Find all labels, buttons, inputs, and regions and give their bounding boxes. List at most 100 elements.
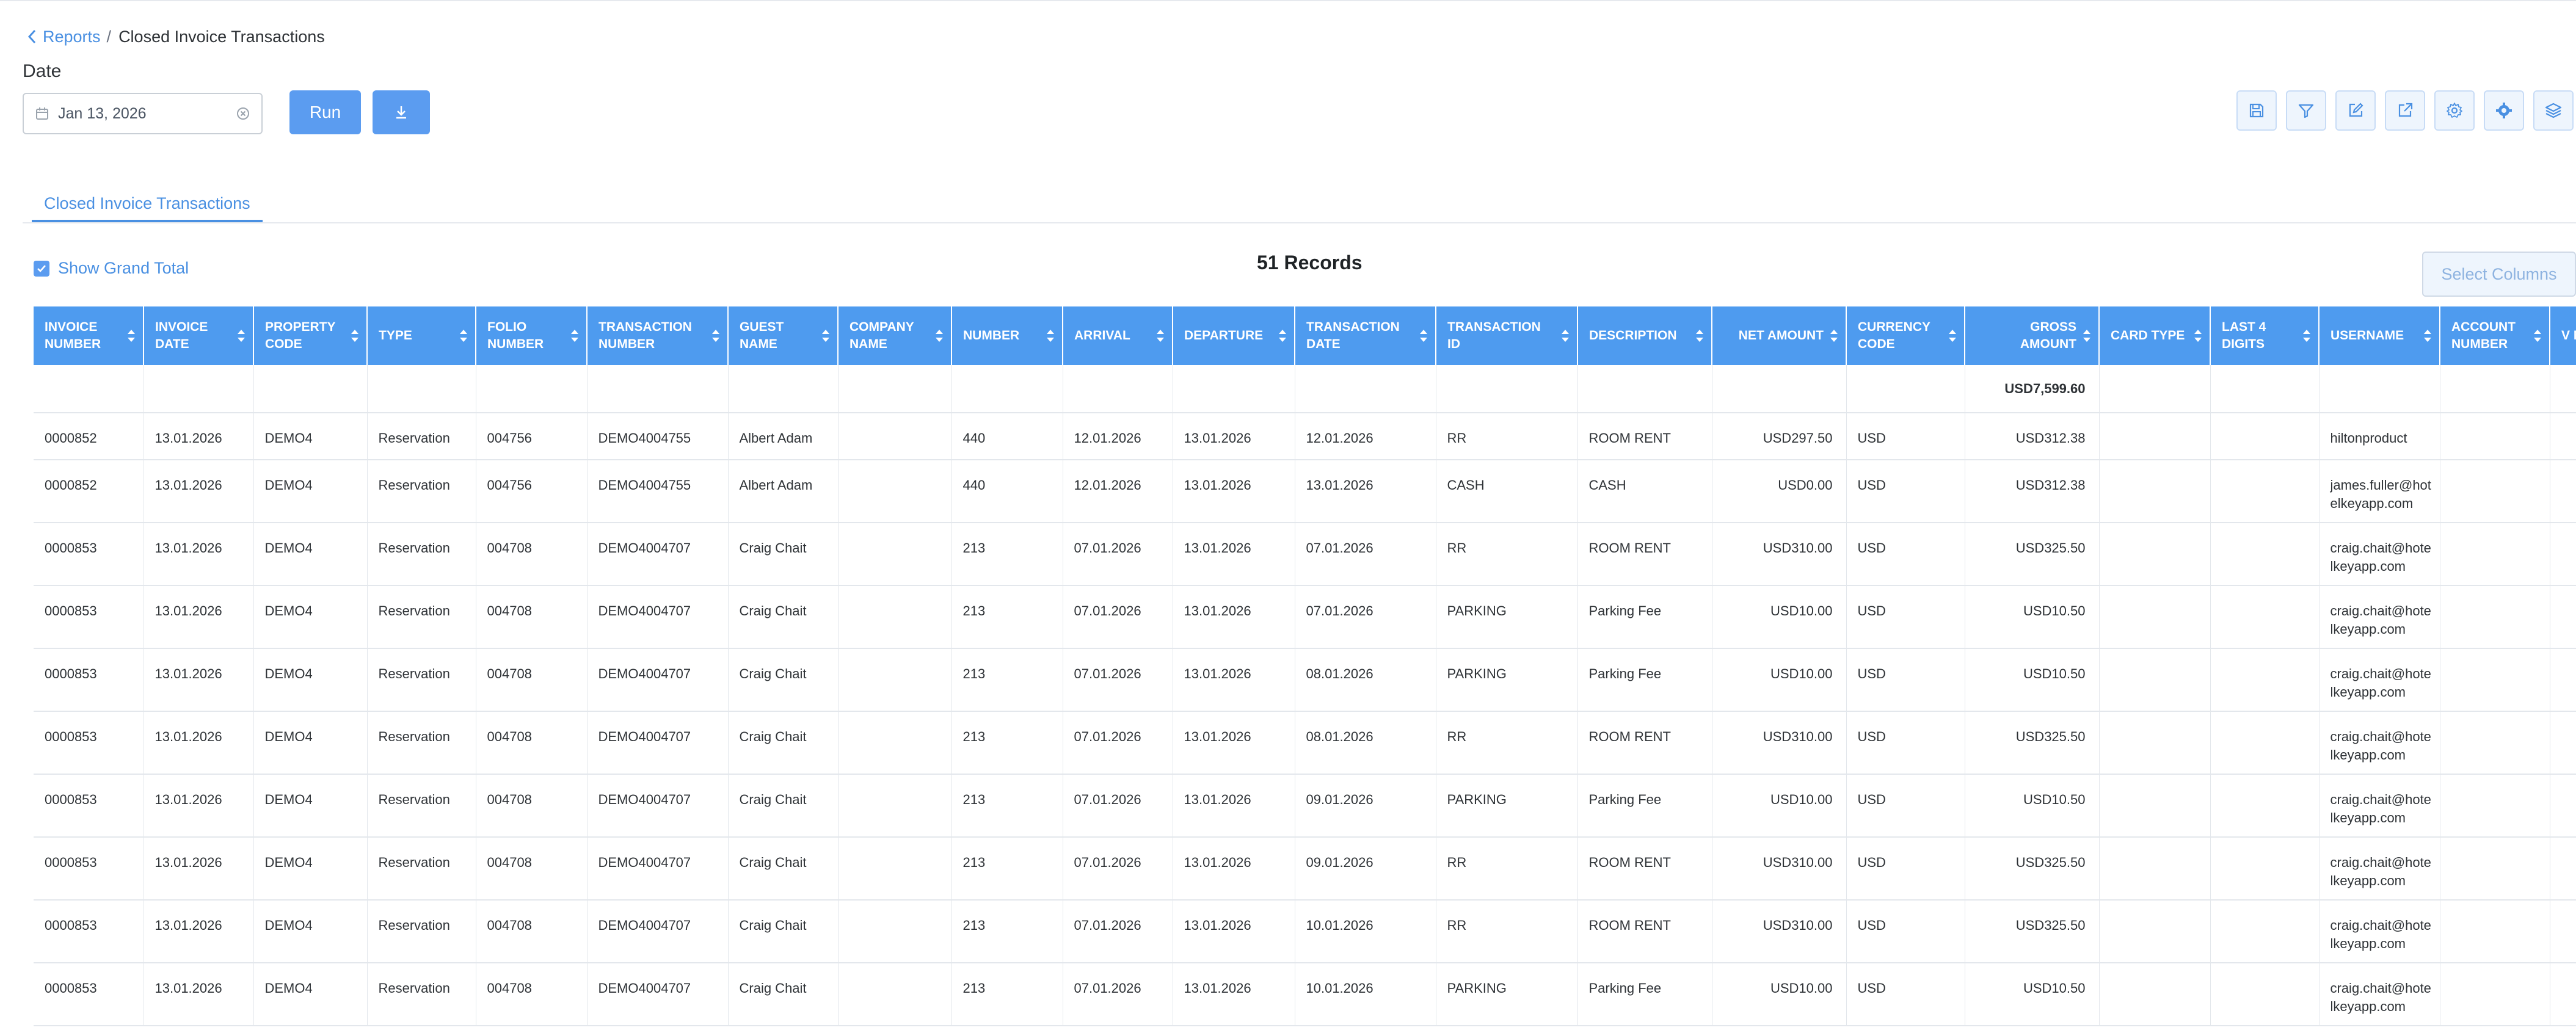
- run-button[interactable]: Run: [289, 90, 361, 134]
- column-header[interactable]: TYPE: [367, 306, 476, 365]
- table-cell: DEMO4004707: [587, 837, 729, 901]
- show-grand-total-toggle[interactable]: Show Grand Total: [34, 259, 189, 278]
- table-row[interactable]: 0000853 13.01.2026 DEMO4 Reservation 004708 D…: [34, 774, 2576, 838]
- table-cell: RR: [1436, 413, 1578, 460]
- table-cell: 213: [951, 648, 1063, 712]
- column-header[interactable]: CARD TYPE: [2099, 306, 2211, 365]
- column-header[interactable]: GROSS AMOUNT: [1965, 306, 2100, 365]
- column-header[interactable]: CURRENCY CODE: [1846, 306, 1965, 365]
- sort-icon[interactable]: [1156, 328, 1165, 343]
- settings-button[interactable]: [2434, 90, 2475, 131]
- show-grand-total-label: Show Grand Total: [58, 259, 189, 277]
- table-cell: Craig Chait: [728, 837, 839, 901]
- sort-icon[interactable]: [711, 328, 720, 343]
- table-cell: [1436, 365, 1578, 413]
- clear-date-icon[interactable]: [236, 106, 250, 121]
- table-cell: Albert Adam: [728, 413, 839, 460]
- column-header[interactable]: NUMBER: [951, 306, 1063, 365]
- column-header[interactable]: COMPANY NAME: [838, 306, 952, 365]
- column-header[interactable]: V N: [2550, 306, 2576, 365]
- table-cell: 07.01.2026: [1063, 523, 1173, 586]
- column-header[interactable]: TRANSACTION DATE: [1295, 306, 1436, 365]
- sort-icon[interactable]: [2194, 328, 2202, 343]
- column-header[interactable]: FOLIO NUMBER: [476, 306, 588, 365]
- sort-icon[interactable]: [351, 328, 359, 343]
- table-cell: Craig Chait: [728, 711, 839, 775]
- sort-icon[interactable]: [237, 328, 246, 343]
- sort-icon[interactable]: [1278, 328, 1287, 343]
- advanced-settings-button[interactable]: [2484, 90, 2524, 131]
- table-cell: [144, 365, 254, 413]
- filter-button[interactable]: [2286, 90, 2326, 131]
- export-button[interactable]: [2385, 90, 2425, 131]
- table-row[interactable]: 0000853 13.01.2026 DEMO4 Reservation 004708 D…: [34, 900, 2576, 963]
- sort-icon[interactable]: [2423, 328, 2432, 343]
- layers-button[interactable]: [2533, 90, 2574, 131]
- table-cell: 07.01.2026: [1063, 774, 1173, 838]
- table-row[interactable]: 0000853 13.01.2026 DEMO4 Reservation 004708 D…: [34, 585, 2576, 649]
- table-cell: USD310.00: [1712, 711, 1847, 775]
- table-row[interactable]: 0000853 13.01.2026 DEMO4 Reservation 004708 D…: [34, 648, 2576, 712]
- sort-icon[interactable]: [127, 328, 136, 343]
- sort-icon[interactable]: [2083, 328, 2091, 343]
- column-header[interactable]: INVOICE DATE: [144, 306, 254, 365]
- sort-icon[interactable]: [1561, 328, 1570, 343]
- table-cell: [2550, 365, 2576, 413]
- download-button[interactable]: [373, 90, 430, 134]
- table-cell: 004708: [476, 585, 588, 649]
- table-cell: USD325.50: [1965, 837, 2100, 901]
- table-row[interactable]: 0000852 13.01.2026 DEMO4 Reservation 004756 D…: [34, 413, 2576, 460]
- tab-closed-invoice-transactions[interactable]: Closed Invoice Transactions: [32, 187, 263, 222]
- table-cell: DEMO4: [253, 648, 368, 712]
- sort-icon[interactable]: [570, 328, 579, 343]
- table-cell: DEMO4004707: [587, 963, 729, 1026]
- column-header[interactable]: GUEST NAME: [728, 306, 839, 365]
- column-header[interactable]: NET AMOUNT: [1712, 306, 1847, 365]
- sort-icon[interactable]: [1695, 328, 1704, 343]
- column-header[interactable]: USERNAME: [2319, 306, 2440, 365]
- column-header[interactable]: ARRIVAL: [1063, 306, 1173, 365]
- sort-icon[interactable]: [1419, 328, 1428, 343]
- column-header[interactable]: PROPERTY CODE: [253, 306, 368, 365]
- column-header[interactable]: TRANSACTION ID: [1436, 306, 1578, 365]
- table-cell: 213: [951, 711, 1063, 775]
- column-header[interactable]: INVOICE NUMBER: [34, 306, 144, 365]
- table-cell: 0000853: [34, 963, 144, 1026]
- sort-icon[interactable]: [459, 328, 468, 343]
- date-picker-input[interactable]: Jan 13, 2026: [23, 93, 263, 134]
- breadcrumb-reports-link[interactable]: Reports: [43, 27, 101, 46]
- table-cell: 213: [951, 585, 1063, 649]
- table-row[interactable]: 0000853 13.01.2026 DEMO4 Reservation 004708 D…: [34, 963, 2576, 1026]
- column-header[interactable]: DEPARTURE: [1173, 306, 1295, 365]
- column-header[interactable]: ACCOUNT NUMBER: [2440, 306, 2550, 365]
- column-header[interactable]: TRANSACTION NUMBER: [587, 306, 729, 365]
- table-row[interactable]: 0000853 13.01.2026 DEMO4 Reservation 004708 D…: [34, 523, 2576, 586]
- column-header-label: LAST 4 DIGITS: [2222, 320, 2266, 351]
- table-row[interactable]: 0000853 13.01.2026 DEMO4 Reservation 004708 D…: [34, 837, 2576, 901]
- save-report-button[interactable]: [2236, 90, 2277, 131]
- sort-icon[interactable]: [1948, 328, 1957, 343]
- table-cell: USD: [1846, 963, 1965, 1026]
- table-cell: 10.01.2026: [1295, 900, 1436, 963]
- edit-button[interactable]: [2335, 90, 2376, 131]
- table-cell: [2440, 413, 2550, 460]
- table-cell: 13.01.2026: [1173, 711, 1295, 775]
- sort-icon[interactable]: [935, 328, 944, 343]
- sort-icon[interactable]: [2533, 328, 2542, 343]
- sort-icon[interactable]: [1830, 328, 1838, 343]
- report-table-container[interactable]: INVOICE NUMBER INVOICE DATE PROPERTY CODE T…: [34, 306, 2576, 1033]
- table-cell: USD10.50: [1965, 774, 2100, 838]
- chevron-left-icon[interactable]: [27, 29, 37, 45]
- table-row[interactable]: 0000852 13.01.2026 DEMO4 Reservation 004756 D…: [34, 460, 2576, 523]
- sort-icon[interactable]: [1046, 328, 1055, 343]
- column-header-label: DEPARTURE: [1184, 328, 1264, 343]
- table-cell: [2210, 365, 2319, 413]
- table-row[interactable]: 0000853 13.01.2026 DEMO4 Reservation 004708 D…: [34, 711, 2576, 775]
- table-cell: [2210, 963, 2319, 1026]
- column-header[interactable]: LAST 4 DIGITS: [2210, 306, 2319, 365]
- sort-icon[interactable]: [2302, 328, 2311, 343]
- sort-icon[interactable]: [821, 328, 830, 343]
- checkbox-checked-icon[interactable]: [34, 260, 49, 277]
- column-header[interactable]: DESCRIPTION: [1577, 306, 1712, 365]
- select-columns-button[interactable]: Select Columns: [2422, 252, 2576, 297]
